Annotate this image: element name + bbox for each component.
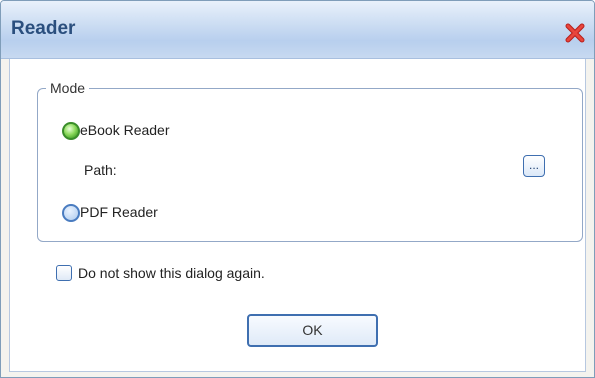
- browse-button[interactable]: ...: [523, 155, 545, 177]
- mode-legend: Mode: [46, 80, 90, 96]
- reader-dialog: Reader Mode eBook Reader Path: ... PDF R…: [0, 0, 595, 378]
- mode-groupbox: Mode eBook Reader Path: ... PDF Reader: [37, 80, 583, 242]
- do-not-show-label[interactable]: Do not show this dialog again.: [78, 265, 265, 281]
- do-not-show-checkbox[interactable]: [56, 265, 72, 281]
- close-icon: [565, 23, 585, 43]
- ebook-reader-radio[interactable]: [62, 122, 80, 140]
- title-bar[interactable]: Reader: [1, 1, 594, 59]
- ok-button[interactable]: OK: [247, 314, 378, 347]
- close-button[interactable]: [564, 22, 586, 44]
- dialog-body: Mode eBook Reader Path: ... PDF Reader D…: [9, 59, 586, 372]
- window-title: Reader: [11, 18, 76, 39]
- pdf-reader-label[interactable]: PDF Reader: [80, 204, 158, 220]
- path-label: Path:: [84, 162, 117, 178]
- ebook-reader-label[interactable]: eBook Reader: [80, 122, 170, 138]
- pdf-reader-radio[interactable]: [62, 204, 80, 222]
